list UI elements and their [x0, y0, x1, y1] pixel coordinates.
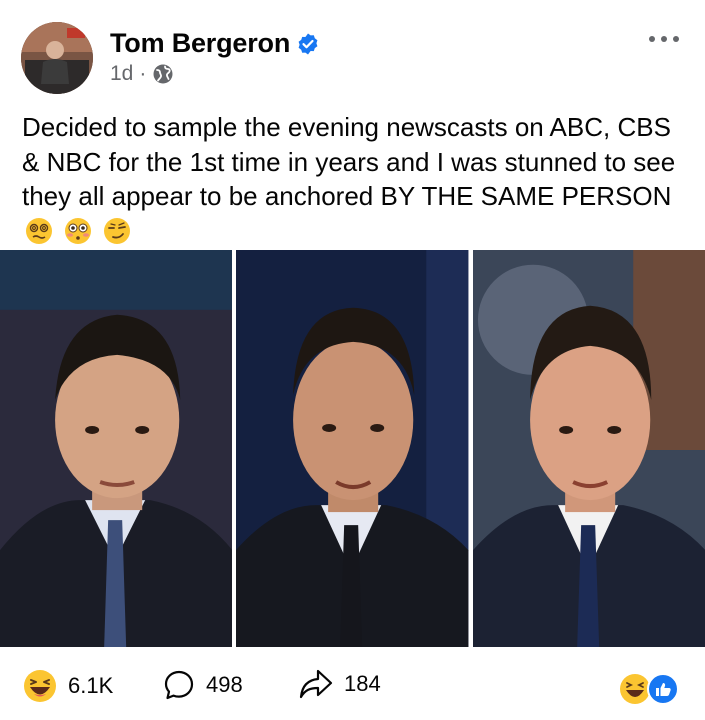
- woozy-face-icon: [26, 217, 52, 244]
- anchor-photo-3[interactable]: [472, 250, 705, 647]
- post-header: Tom Bergeron 1d ·: [0, 0, 705, 100]
- avatar[interactable]: [21, 22, 93, 94]
- comments-count[interactable]: 498: [162, 668, 243, 702]
- reactions-label: 6.1K: [68, 673, 114, 698]
- share-icon: [299, 669, 333, 699]
- shares-label: 184: [344, 671, 381, 696]
- author-name[interactable]: Tom Bergeron: [110, 28, 290, 59]
- photo-grid: [0, 250, 705, 647]
- reaction-summary-icon[interactable]: [615, 672, 685, 706]
- globe-icon: [153, 64, 173, 84]
- post-time[interactable]: 1d: [110, 62, 133, 86]
- smirking-face-icon: [104, 217, 131, 244]
- comment-icon: [164, 670, 194, 700]
- anchor-photo-2[interactable]: [236, 250, 469, 647]
- flushed-face-icon: [65, 217, 92, 244]
- meta-separator: ·: [139, 62, 147, 85]
- more-options-icon[interactable]: [647, 30, 681, 48]
- shares-count[interactable]: 184: [298, 668, 381, 700]
- post-body: Decided to sample the evening newscasts …: [22, 112, 676, 211]
- verified-badge-icon: [298, 33, 318, 54]
- post-text: Decided to sample the evening newscasts …: [22, 110, 687, 248]
- reactions-count[interactable]: 6.1K: [22, 668, 113, 704]
- haha-reaction-icon: [24, 670, 56, 702]
- anchor-photo-1[interactable]: [0, 250, 233, 647]
- comments-label: 498: [206, 672, 243, 697]
- post-footer: 6.1K 498 184: [0, 662, 705, 710]
